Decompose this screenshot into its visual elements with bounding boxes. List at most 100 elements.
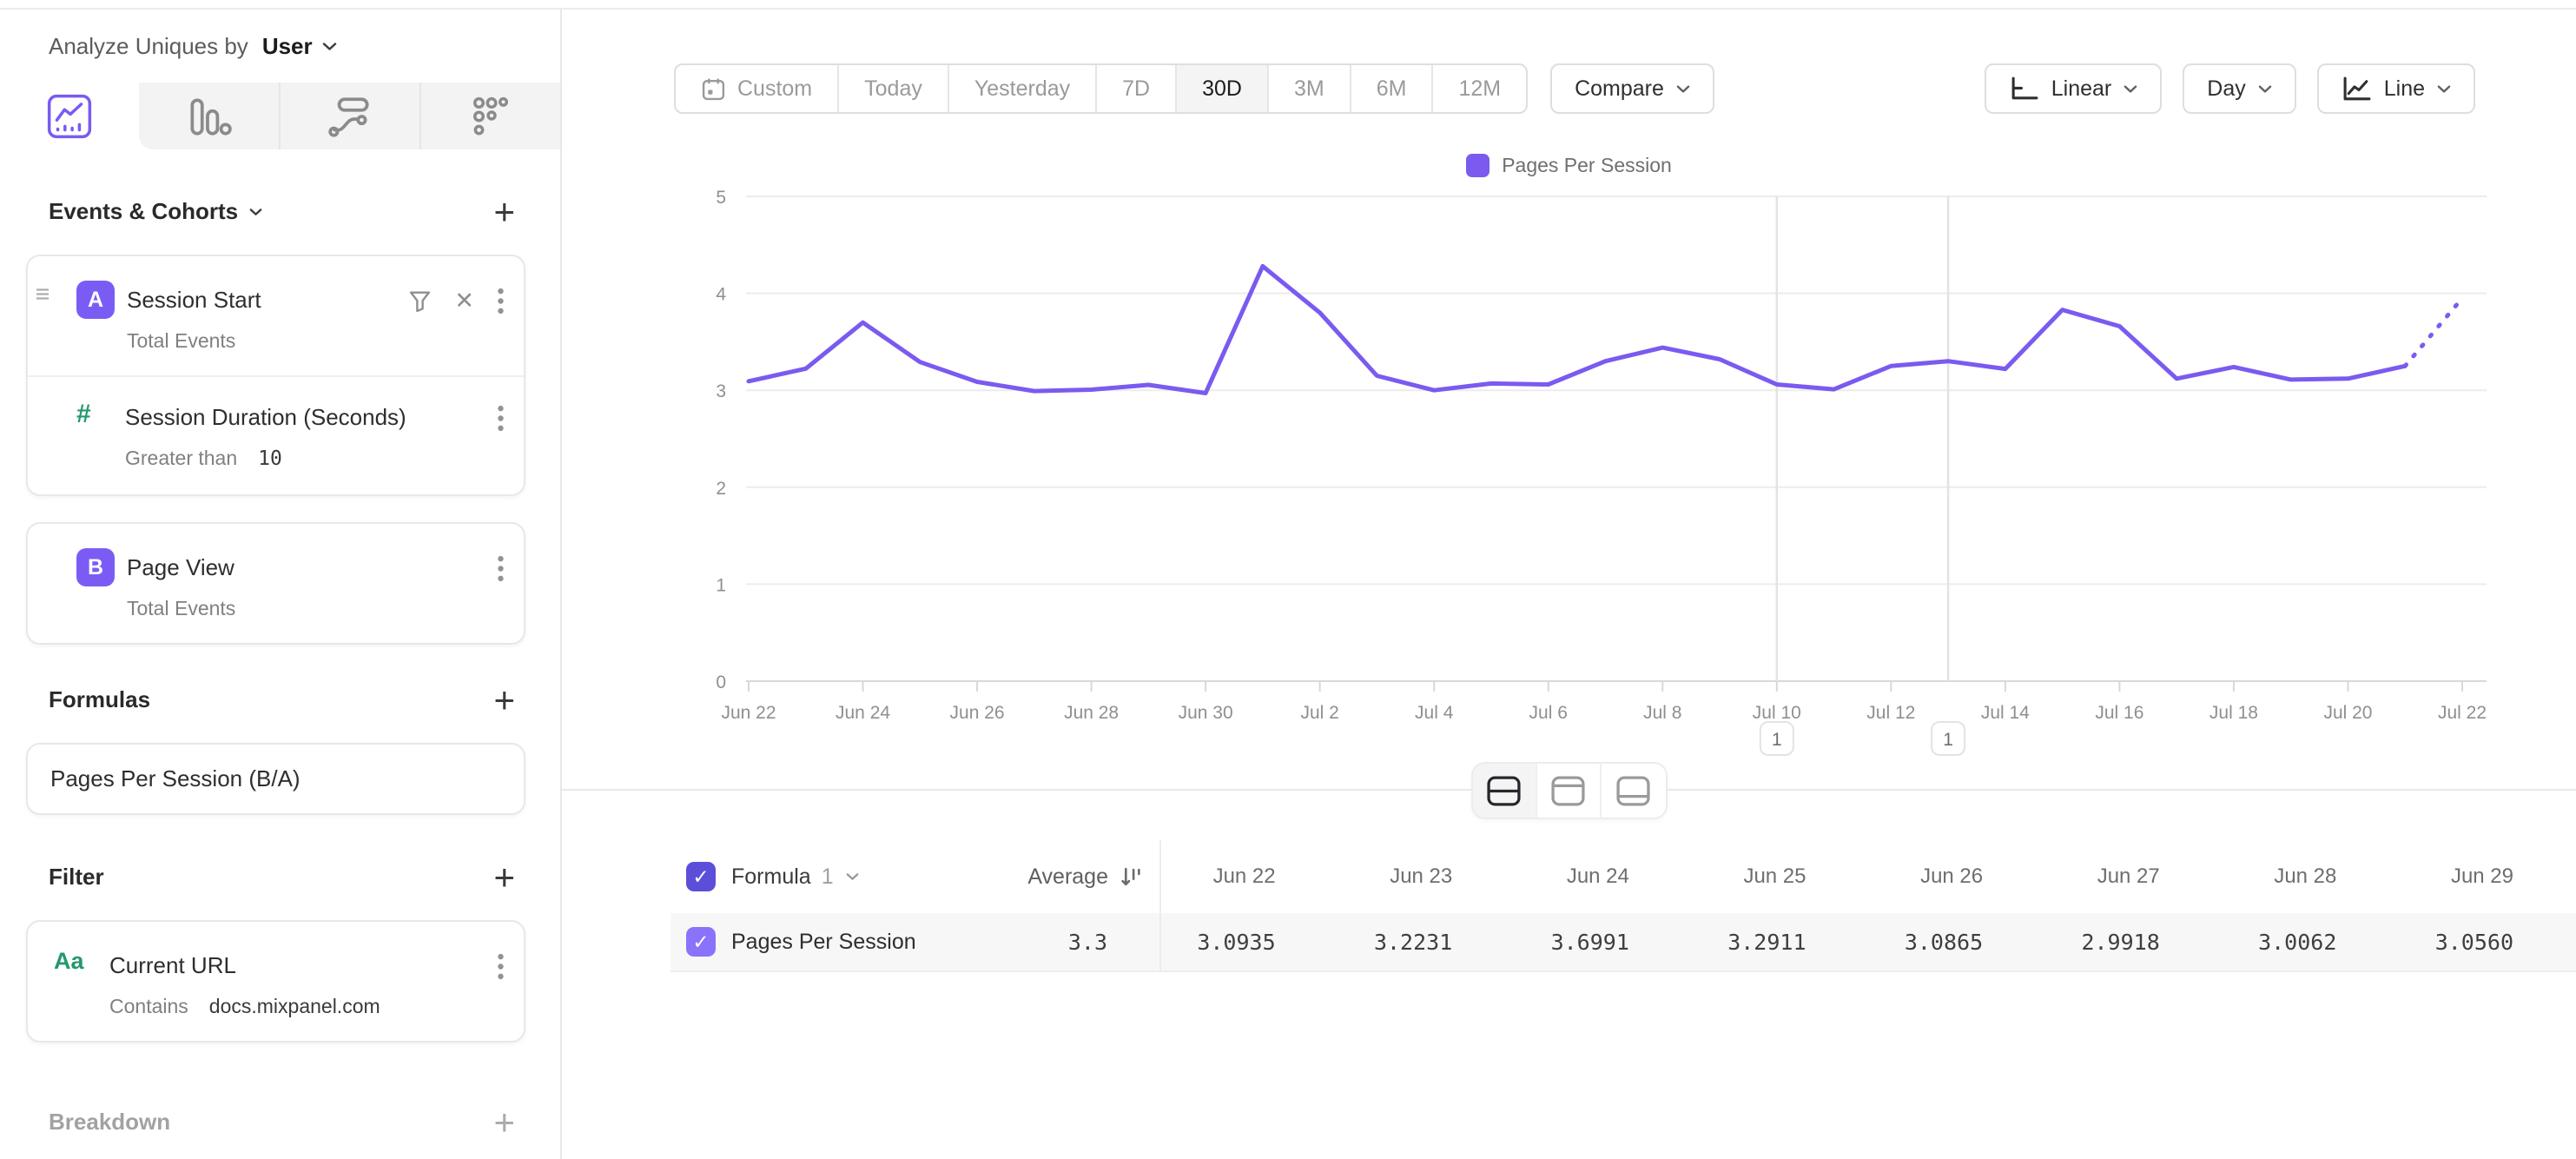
add-breakdown-button[interactable]: + bbox=[493, 1109, 515, 1136]
top-panel-view-icon bbox=[1550, 775, 1586, 807]
x-tick-label: Jul 4 bbox=[1415, 703, 1454, 723]
table-column-header: Jun 26 bbox=[1869, 864, 2046, 889]
filter-row: Aa Current URL Contains docs.mixpanel.co… bbox=[28, 922, 524, 1041]
kebab-menu-icon[interactable] bbox=[497, 405, 505, 432]
x-tick-label: Jul 22 bbox=[2438, 703, 2487, 723]
filter-section-header: Filter + bbox=[26, 864, 525, 891]
pages-per-session-line-chart[interactable]: 01234511Jun 22Jun 24Jun 26Jun 28Jun 30Ju… bbox=[562, 10, 2576, 802]
x-tick-label: Jun 26 bbox=[950, 703, 1005, 723]
numeric-property-icon: # bbox=[76, 400, 115, 429]
table-row-pages-per-session[interactable]: ✓ Pages Per Session 3.3 3.09353.22313.69… bbox=[670, 913, 2576, 972]
events-section-title[interactable]: Events & Cohorts bbox=[49, 198, 262, 225]
kebab-menu-icon[interactable] bbox=[497, 555, 505, 582]
tab-flows[interactable] bbox=[281, 83, 421, 149]
annotation-markers[interactable]: 11 bbox=[1760, 196, 1965, 755]
gridlines bbox=[746, 196, 2487, 681]
table-date-headers: Jun 22Jun 23Jun 24Jun 25Jun 26Jun 27Jun … bbox=[1159, 840, 2576, 913]
breakdown-section-header: Breakdown + bbox=[26, 1109, 525, 1136]
x-tick-label: Jul 20 bbox=[2323, 703, 2372, 723]
kebab-menu-icon[interactable] bbox=[497, 953, 505, 980]
analyze-uniques-dropdown[interactable]: User bbox=[262, 33, 337, 60]
event-letter-badge: A bbox=[76, 281, 115, 319]
annotation-count: 1 bbox=[1943, 730, 1953, 750]
table-cell: 3.6991 bbox=[1515, 930, 1692, 955]
string-property-icon: Aa bbox=[54, 948, 99, 975]
event-title: Session Start bbox=[127, 281, 408, 319]
close-icon[interactable]: ✕ bbox=[454, 289, 474, 313]
y-tick-label: 2 bbox=[716, 479, 726, 499]
table-column-header: Jun 23 bbox=[1338, 864, 1516, 889]
tab-insights[interactable] bbox=[0, 83, 139, 149]
event-card-page-view[interactable]: B Page View Total Events bbox=[26, 522, 525, 645]
select-all-checkbox[interactable]: ✓ bbox=[686, 862, 716, 891]
analyze-label: Analyze Uniques by bbox=[49, 33, 248, 60]
average-column-header[interactable]: Average bbox=[1027, 864, 1142, 890]
x-tick-label: Jul 2 bbox=[1300, 703, 1338, 723]
x-tick-label: Jul 16 bbox=[2095, 703, 2143, 723]
filter-section-title: Filter bbox=[49, 864, 104, 891]
filter-title: Current URL bbox=[109, 946, 497, 984]
add-formula-button[interactable]: + bbox=[493, 687, 515, 713]
x-tick-label: Jun 28 bbox=[1064, 703, 1119, 723]
filter-card-current-url[interactable]: Aa Current URL Contains docs.mixpanel.co… bbox=[26, 920, 525, 1043]
add-event-button[interactable]: + bbox=[493, 199, 515, 225]
analyze-header: Analyze Uniques by User bbox=[0, 10, 560, 83]
property-title: Session Duration (Seconds) bbox=[125, 398, 497, 436]
x-tick-label: Jul 8 bbox=[1643, 703, 1681, 723]
event-card-session-start[interactable]: A Session Start Total Events ✕ # S bbox=[26, 255, 525, 496]
table-column-header: Jun 22 bbox=[1161, 864, 1338, 889]
series-line-projection bbox=[2405, 298, 2462, 366]
table-column-header: Jun 29 bbox=[2399, 864, 2576, 889]
table-column-header: Jun 27 bbox=[2045, 864, 2223, 889]
filter-funnel-icon[interactable] bbox=[408, 289, 432, 313]
formulas-section-title: Formulas bbox=[49, 686, 150, 713]
y-tick-label: 5 bbox=[716, 188, 726, 208]
report-canvas: CustomTodayYesterday7D30D3M6M12M Compare… bbox=[562, 10, 2576, 1159]
series-name: Pages Per Session bbox=[731, 930, 916, 955]
y-tick-label: 0 bbox=[716, 672, 726, 692]
funnels-bars-icon bbox=[184, 92, 233, 141]
tab-funnels[interactable] bbox=[139, 83, 280, 149]
results-table: ✓ Formula 1 Average Jun 22Jun 23Jun 24Ju… bbox=[670, 840, 2576, 972]
table-cell: 3.0062 bbox=[2223, 930, 2400, 955]
chart-only-view-toggle[interactable] bbox=[1537, 764, 1602, 818]
drag-handle-icon[interactable] bbox=[36, 288, 50, 305]
y-axis-labels: 012345 bbox=[716, 188, 726, 692]
event-row: B Page View Total Events bbox=[28, 524, 524, 643]
event-measurement[interactable]: Total Events bbox=[127, 597, 497, 620]
event-measurement[interactable]: Total Events bbox=[127, 329, 408, 353]
insights-report: Analyze Uniques by User Even bbox=[0, 10, 2576, 1159]
split-view-toggle[interactable] bbox=[1473, 764, 1537, 818]
kebab-menu-icon[interactable] bbox=[497, 288, 505, 315]
chevron-down-icon bbox=[846, 872, 859, 881]
series-line[interactable] bbox=[749, 266, 2405, 393]
event-row: A Session Start Total Events ✕ bbox=[28, 256, 524, 375]
formula-card[interactable]: Pages Per Session (B/A) bbox=[26, 743, 525, 815]
table-column-header: Jun 24 bbox=[1515, 864, 1692, 889]
add-filter-button[interactable]: + bbox=[493, 864, 515, 891]
table-column-header: Jun 28 bbox=[2223, 864, 2400, 889]
chevron-down-icon bbox=[322, 42, 337, 51]
filter-value[interactable]: docs.mixpanel.com bbox=[209, 995, 380, 1018]
property-operator[interactable]: Greater than bbox=[125, 447, 237, 470]
x-tick-label: Jun 24 bbox=[836, 703, 890, 723]
event-letter-badge: B bbox=[76, 548, 115, 586]
x-tick-label: Jul 6 bbox=[1529, 703, 1568, 723]
property-value[interactable]: 10 bbox=[258, 447, 282, 470]
x-tick-label: Jul 12 bbox=[1866, 703, 1915, 723]
table-only-view-toggle[interactable] bbox=[1602, 764, 1666, 818]
breakdown-section-title: Breakdown bbox=[49, 1109, 170, 1136]
bottom-panel-view-icon bbox=[1615, 775, 1651, 807]
numeric-property-row: # Session Duration (Seconds) Greater tha… bbox=[28, 377, 524, 494]
flows-icon bbox=[326, 92, 374, 141]
x-tick-label: Jul 14 bbox=[1981, 703, 2030, 723]
y-tick-label: 4 bbox=[716, 285, 726, 305]
table-column-header: Jun 25 bbox=[1692, 864, 1869, 889]
split-view-icon bbox=[1486, 775, 1522, 807]
retention-dots-icon bbox=[466, 92, 515, 141]
tab-retention[interactable] bbox=[421, 83, 560, 149]
filter-operator[interactable]: Contains bbox=[109, 995, 188, 1018]
formula-column-header[interactable]: Formula 1 bbox=[731, 864, 859, 890]
table-cell: 2.9918 bbox=[2045, 930, 2223, 955]
series-checkbox[interactable]: ✓ bbox=[686, 927, 716, 957]
